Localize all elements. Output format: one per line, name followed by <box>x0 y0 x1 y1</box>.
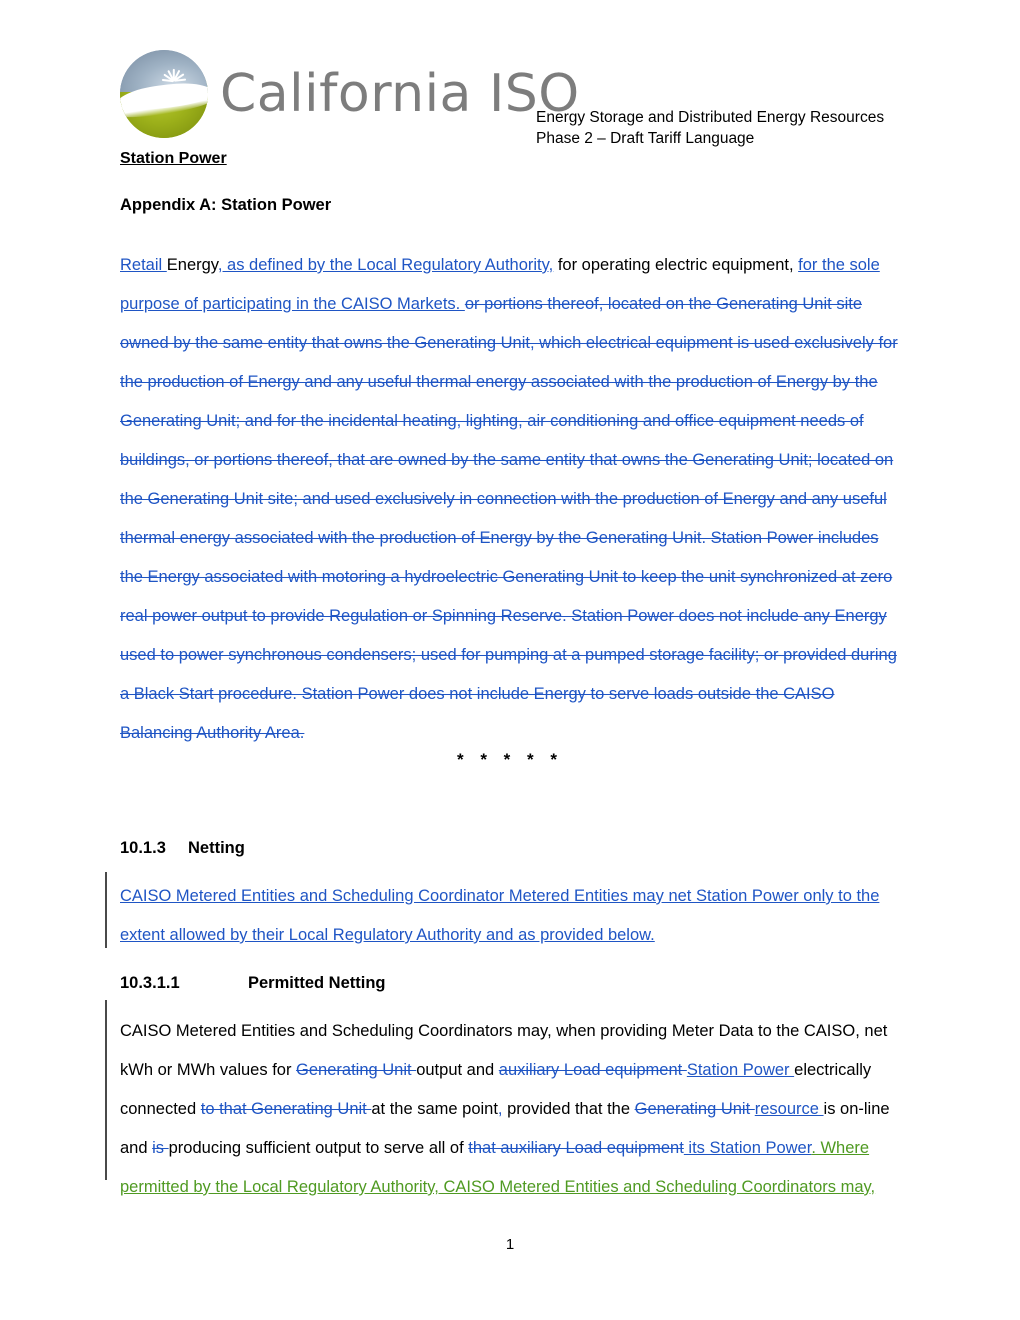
section-separator-asterisks: * * * * * <box>457 750 563 769</box>
paragraph-netting-body: CAISO Metered Entities and Scheduling Co… <box>120 877 904 955</box>
heading-netting-title: Netting <box>188 839 245 857</box>
heading-netting-number: 10.1.3 <box>120 839 166 857</box>
heading-permitted-netting-title: Permitted Netting <box>248 974 386 992</box>
page-number: 1 <box>505 1236 515 1253</box>
plain-text: for operating electric equipment, <box>553 256 799 274</box>
deleted-text: that auxiliary Load equipment <box>468 1139 684 1157</box>
heading-netting: 10.1.3 Netting <box>120 836 904 861</box>
plain-text: producing sufficient output to serve all… <box>168 1139 469 1157</box>
logo-wordmark: California ISO <box>220 64 580 124</box>
deleted-text: to that Generating Unit <box>200 1100 372 1118</box>
paragraph-permitted-netting-body: CAISO Metered Entities and Scheduling Co… <box>120 1012 904 1207</box>
plain-text: Energy <box>166 256 218 274</box>
inserted-text: resource <box>754 1100 824 1118</box>
paragraph-station-power-definition: Retail Energy, as defined by the Local R… <box>120 246 904 753</box>
inserted-text: its Station Power <box>683 1139 812 1157</box>
inserted-text: Station Power <box>686 1061 795 1079</box>
change-bar-netting <box>105 872 107 948</box>
inserted-text: CAISO Metered Entities and Scheduling Co… <box>120 887 880 944</box>
section-label-station-power: Station Power <box>120 150 227 167</box>
california-iso-logo: California ISO <box>120 50 580 138</box>
plain-text: provided that the <box>502 1100 635 1118</box>
document-header-title: Energy Storage and Distributed Energy Re… <box>536 107 884 149</box>
heading-permitted-netting-number: 10.3.1.1 <box>120 974 180 992</box>
deleted-text: Generating Unit <box>634 1100 755 1118</box>
document-header: California ISO Energy Storage and Distri… <box>0 0 1020 150</box>
deleted-text: is <box>152 1139 169 1157</box>
deleted-text: auxiliary Load equipment <box>498 1061 687 1079</box>
document-body-lower: 10.1.3 Netting CAISO Metered Entities an… <box>120 836 904 1207</box>
document-page: California ISO Energy Storage and Distri… <box>0 0 1020 1320</box>
deleted-text: or portions thereof, located on the Gene… <box>120 295 898 742</box>
heading-permitted-netting: 10.3.1.1 Permitted Netting <box>120 971 904 996</box>
heading-appendix-a: Appendix A: Station Power <box>120 196 332 214</box>
plain-text: at the same point <box>371 1100 498 1118</box>
deleted-text: Generating Unit <box>296 1061 417 1079</box>
header-line-1: Energy Storage and Distributed Energy Re… <box>536 109 885 126</box>
inserted-text: , as defined by the Local Regulatory Aut… <box>217 256 554 274</box>
change-bar-permitted-netting <box>105 1000 107 1180</box>
inserted-text: Retail <box>120 256 167 274</box>
plain-text: output and <box>416 1061 499 1079</box>
document-body: Station Power Appendix A: Station Power … <box>120 146 904 753</box>
california-iso-logo-icon <box>120 50 208 138</box>
